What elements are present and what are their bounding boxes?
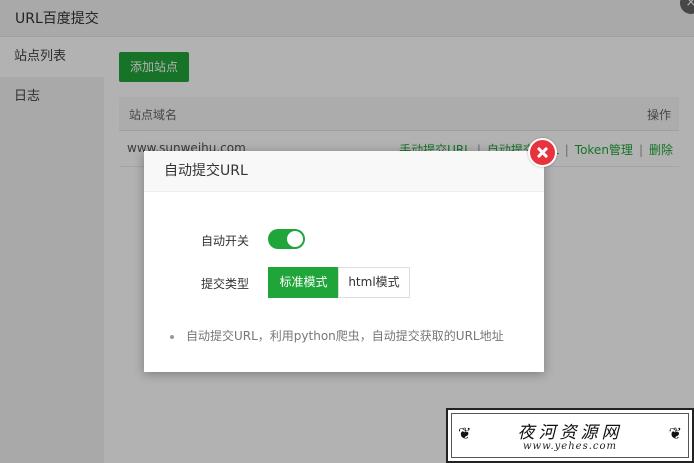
dialog-close-icon[interactable] xyxy=(528,138,557,167)
bullet-icon xyxy=(170,334,174,339)
submit-type-html-option[interactable]: html模式 xyxy=(338,267,410,298)
auto-submit-dialog: 自动提交URL 自动开关 提交类型 标准模式 html模式 自动提交URL，利用… xyxy=(144,138,557,372)
submit-type-standard-option[interactable]: 标准模式 xyxy=(268,267,339,298)
watermark-title: 夜河资源网 xyxy=(517,423,623,443)
tip-text: 自动提交URL，利用python爬虫，自动提交获取的URL地址 xyxy=(186,329,504,343)
auto-switch-toggle[interactable] xyxy=(268,229,305,249)
watermark-logo: ❦ ❦ 夜河资源网 www.yehes.com xyxy=(446,408,694,463)
watermark-url: www.yehes.com xyxy=(522,441,617,452)
dialog-title: 自动提交URL xyxy=(144,151,544,192)
toggle-knob xyxy=(287,231,303,247)
auto-switch-label: 自动开关 xyxy=(200,234,249,248)
submit-type-label: 提交类型 xyxy=(200,277,249,291)
dialog-tip: 自动提交URL，利用python爬虫，自动提交获取的URL地址 xyxy=(170,327,504,344)
